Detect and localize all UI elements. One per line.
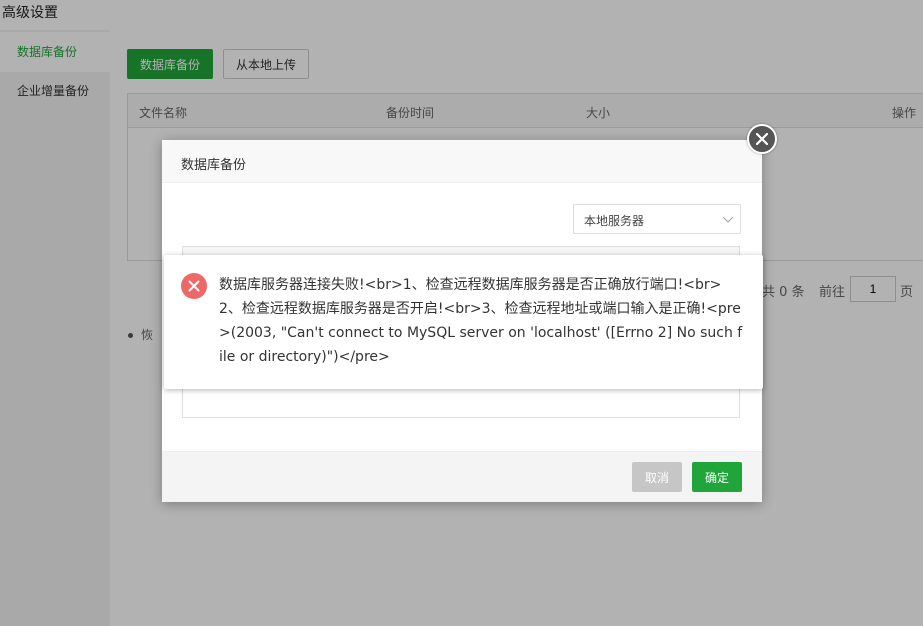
dialog-title: 数据库备份 xyxy=(181,158,247,173)
chevron-down-icon xyxy=(722,216,734,223)
error-icon xyxy=(181,273,207,299)
dialog-footer: 取消 确定 xyxy=(162,451,762,502)
confirm-button[interactable]: 确定 xyxy=(692,462,742,492)
server-select[interactable]: 本地服务器 xyxy=(573,204,741,234)
server-select-value: 本地服务器 xyxy=(584,214,645,228)
error-toast: 数据库服务器连接失败!<br>1、检查远程数据库服务器是否正确放行端口!<br>… xyxy=(164,255,763,389)
close-icon[interactable] xyxy=(747,124,777,154)
dialog-header: 数据库备份 xyxy=(162,140,762,183)
error-message: 数据库服务器连接失败!<br>1、检查远程数据库服务器是否正确放行端口!<br>… xyxy=(219,277,743,365)
cancel-button[interactable]: 取消 xyxy=(632,462,682,492)
